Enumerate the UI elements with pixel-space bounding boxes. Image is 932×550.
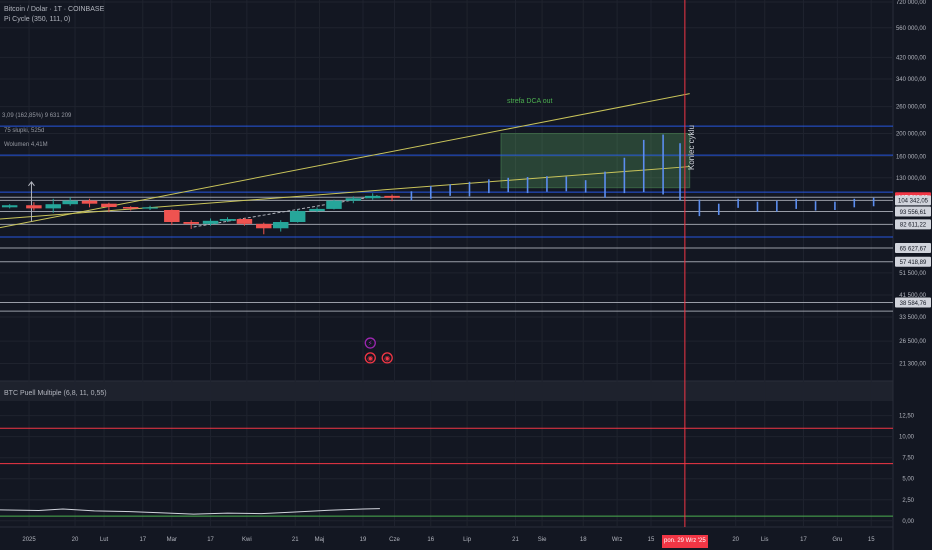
- puell-pane-header: [0, 381, 893, 401]
- price-tick-label: 420 000,00: [896, 55, 927, 61]
- time-tick-label: 15: [648, 537, 655, 543]
- candle-body: [62, 200, 78, 205]
- time-tick-label: Lut: [100, 537, 109, 543]
- time-tick-label: Lis: [761, 537, 769, 543]
- candle-body: [309, 208, 325, 212]
- price-label-text: 104 342,05: [898, 199, 929, 205]
- event-badge-glyph: ◉: [384, 354, 390, 362]
- time-tick-label: 17: [139, 537, 146, 543]
- price-tick-label: 21 300,00: [899, 362, 926, 368]
- event-badge-glyph: ⚡: [368, 340, 373, 348]
- time-tick-label: Sie: [538, 537, 547, 543]
- price-tick-label: 560 000,00: [896, 26, 927, 32]
- candle-body: [164, 209, 180, 223]
- price-tick-label: 720 000,00: [896, 0, 927, 6]
- cycle-end-annotation: Koniec cyklu: [686, 125, 696, 170]
- candle-body: [183, 222, 199, 224]
- time-tick-label: Maj: [315, 537, 325, 543]
- price-label[interactable]: 65 627,67: [895, 242, 931, 253]
- price-label-text: 65 627,67: [900, 246, 927, 252]
- price-label[interactable]: 104 342,05: [895, 195, 931, 206]
- zone-label: strefa DCA out: [506, 98, 553, 105]
- price-label-text: 38 584,76: [900, 301, 927, 307]
- candle-body: [101, 203, 117, 208]
- time-tick-label: 18: [580, 537, 587, 543]
- candle-body: [45, 204, 61, 209]
- candle-body: [256, 223, 272, 229]
- price-label[interactable]: 57 418,89: [895, 256, 931, 267]
- candle-body: [236, 219, 253, 224]
- candle-body: [1, 205, 18, 208]
- puell-legend[interactable]: BTC Puell Multiple (6,8, 11, 0,55): [4, 389, 107, 398]
- price-label-text: 82 611,22: [900, 223, 927, 229]
- time-tick-label: 21: [292, 537, 299, 543]
- measure-line-3: Wolumen 4,41M: [4, 142, 48, 148]
- measure-line-2: 75 słupki, 525d: [4, 128, 45, 134]
- puell-tick-label: 2,50: [902, 498, 914, 504]
- time-tick-label: Kwi: [242, 537, 252, 543]
- measure-line-1: 3,09 (162,85%) 9 631 209: [2, 113, 72, 119]
- price-tick-label: 51 500,00: [899, 271, 926, 277]
- cursor-date-label: pon. 29 Wrz '25: [661, 535, 708, 548]
- dca-zone: [500, 133, 691, 189]
- time-tick-label: Gru: [832, 537, 842, 543]
- time-tick-label: Lip: [463, 537, 472, 543]
- price-label[interactable]: 38 584,76: [895, 297, 931, 308]
- time-tick-label: 16: [427, 537, 434, 543]
- time-tick-label: Mar: [167, 537, 177, 543]
- candle-body: [384, 195, 400, 198]
- price-tick-label: 26 500,00: [899, 339, 926, 345]
- time-tick-label: 19: [360, 537, 367, 543]
- price-label[interactable]: 93 556,61: [895, 206, 931, 217]
- candle-body: [345, 198, 362, 201]
- puell-tick-label: 5,00: [902, 477, 914, 483]
- price-tick-label: 130 000,00: [896, 176, 927, 182]
- candle[interactable]: [289, 209, 306, 223]
- chart-stage[interactable]: ⚡ ◉ ◉ 720 000,00 560 000,00 420 000,00 340 00…: [0, 0, 932, 550]
- price-label[interactable]: 82 611,22: [895, 219, 931, 230]
- time-tick-label: 17: [800, 537, 807, 543]
- puell-tick-label: 7,50: [902, 456, 914, 462]
- price-tick-label: 200 000,00: [896, 132, 927, 138]
- time-tick-label: Cze: [389, 537, 400, 543]
- candle-body: [219, 219, 236, 221]
- time-tick-label: Wrz: [612, 537, 623, 543]
- candle-body: [202, 220, 219, 224]
- candle-body: [81, 200, 98, 204]
- time-tick-label: 20: [72, 537, 79, 543]
- puell-tick-label: 0,00: [902, 519, 914, 525]
- time-tick-label: 17: [207, 537, 214, 543]
- dca-zone-box[interactable]: [500, 133, 691, 189]
- price-label-text: 93 556,61: [900, 210, 927, 216]
- chart-title: Bitcoin / Dolar · 1T · COINBASE: [4, 6, 105, 13]
- time-tick-label: 2025: [22, 537, 36, 543]
- chart-background: [0, 0, 932, 550]
- price-tick-label: 160 000,00: [896, 154, 927, 160]
- price-tick-label: 340 000,00: [896, 77, 927, 83]
- puell-tick-label: 10,00: [899, 435, 915, 441]
- candle-body: [289, 211, 306, 223]
- price-tick-label: 260 000,00: [896, 105, 927, 111]
- price-label-text: 57 418,89: [900, 260, 927, 266]
- candle-body: [142, 207, 158, 209]
- candle-body: [26, 205, 42, 209]
- candle-body: [122, 207, 139, 209]
- candle-body: [326, 200, 342, 209]
- event-badge-glyph: ◉: [367, 354, 373, 362]
- time-tick-label: 15: [868, 537, 875, 543]
- puell-tick-label: 12,50: [899, 414, 915, 420]
- candle-body: [272, 222, 289, 229]
- indicator-legend[interactable]: Pi Cycle (350, 111, 0): [4, 15, 70, 24]
- candle[interactable]: [326, 199, 342, 210]
- price-tick-label: 33 500,00: [899, 315, 926, 321]
- time-tick-label: 21: [512, 537, 519, 543]
- candle-body: [364, 195, 381, 199]
- time-tick-label: 20: [732, 537, 739, 543]
